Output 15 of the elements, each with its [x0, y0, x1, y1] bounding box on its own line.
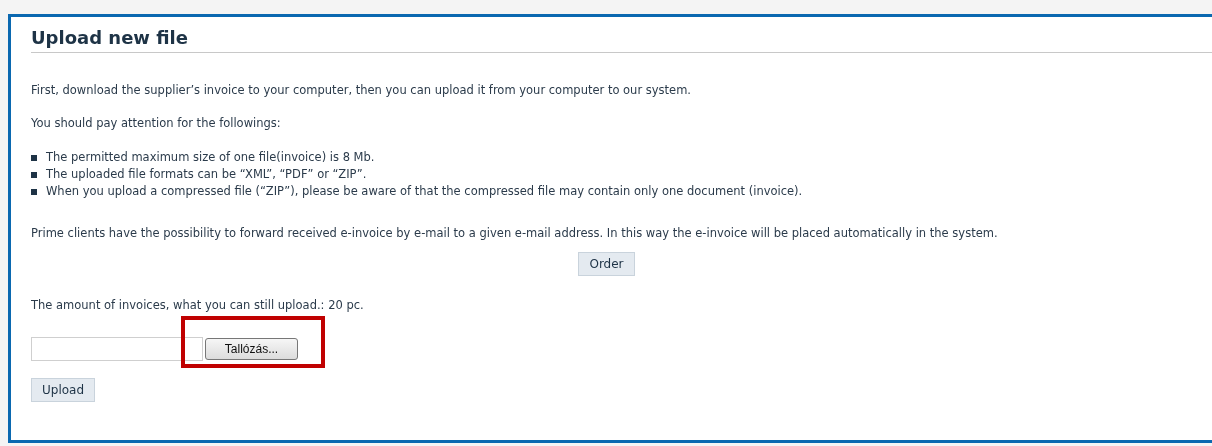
file-field[interactable]	[31, 337, 203, 361]
prime-note: Prime clients have the possibility to forward received e-invoice by e-mail to a given e-mail address. In this way the e-invoice will be placed automatically in the system.	[31, 226, 999, 240]
rule-text: The uploaded file formats can be “XML”, “PDF” or “ZIP”.	[46, 166, 367, 183]
page-title: Upload new file	[31, 27, 189, 50]
intro-text: First, download the supplier’s invoice to your computer, then you can upload it from your computer to our system.	[31, 83, 693, 97]
order-button[interactable]: Order	[578, 252, 635, 276]
remaining-text: The amount of invoices, what you can still upload.: 20 pc.	[31, 298, 365, 312]
bullet-icon	[31, 154, 37, 161]
browse-button[interactable]: Tallózás...	[205, 338, 298, 360]
bullet-icon	[31, 171, 37, 178]
rule-text: When you upload a compressed file (“ZIP”), please be aware of that the compressed file may contain only one document (invoice).	[46, 183, 803, 200]
upload-button[interactable]: Upload	[31, 378, 96, 402]
bullet-icon	[31, 188, 37, 195]
attention-text: You should pay attention for the followings:	[31, 116, 282, 130]
rule-text: The permitted maximum size of one file(invoice) is 8 Mb.	[46, 149, 375, 166]
